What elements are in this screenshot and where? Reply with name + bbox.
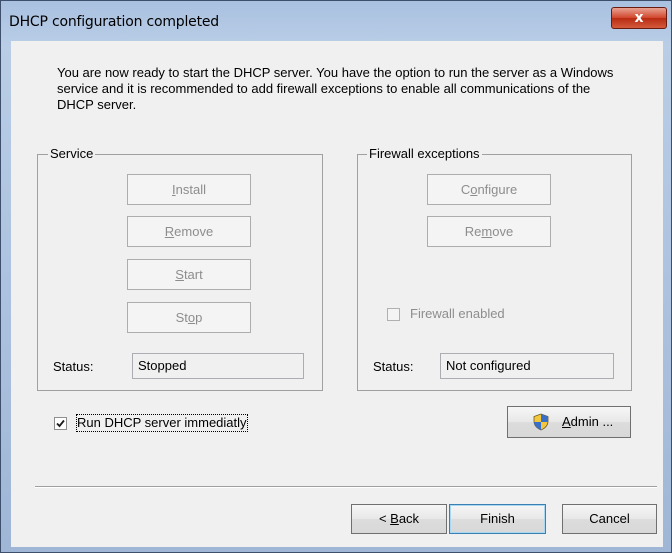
service-status-label: Status: [53, 359, 94, 374]
back-button[interactable]: < Back [351, 504, 447, 534]
close-button[interactable]: x [611, 7, 667, 29]
service-group-label: Service [48, 146, 96, 162]
intro-text: You are now ready to start the DHCP serv… [57, 65, 614, 112]
remove-firewall-button[interactable]: Remove [427, 216, 551, 247]
install-button[interactable]: Install [127, 174, 251, 205]
close-icon: x [634, 10, 644, 26]
firewall-status-label: Status: [373, 359, 414, 374]
title-bar[interactable]: DHCP configuration completed x [1, 1, 672, 41]
service-status-field: Stopped [132, 353, 304, 379]
service-group: Service Install Remove Start Stop Status… [37, 146, 323, 391]
dialog-window: DHCP configuration completed x You are n… [0, 0, 672, 553]
firewall-group-label: Firewall exceptions [367, 146, 482, 162]
checkmark-icon [56, 419, 65, 428]
run-immediately-checkbox[interactable] [54, 417, 67, 430]
footer-separator [35, 486, 657, 488]
dialog-client-area: You are now ready to start the DHCP serv… [11, 41, 663, 547]
uac-shield-icon [533, 413, 549, 431]
remove-service-button[interactable]: Remove [127, 216, 251, 247]
firewall-status-field: Not configured [440, 353, 614, 379]
admin-button-label: Admin ... [562, 414, 614, 429]
window-title: DHCP configuration completed [9, 14, 219, 30]
finish-button[interactable]: Finish [449, 504, 546, 534]
run-immediately-label[interactable]: Run DHCP server immediatly [76, 414, 248, 432]
configure-firewall-button[interactable]: Configure [427, 174, 551, 205]
firewall-group: Firewall exceptions Configure Remove Fir… [357, 146, 632, 391]
stop-button[interactable]: Stop [127, 302, 251, 333]
firewall-enabled-checkbox[interactable] [387, 308, 400, 321]
cancel-button[interactable]: Cancel [562, 504, 657, 534]
firewall-enabled-label: Firewall enabled [410, 306, 505, 321]
start-button[interactable]: Start [127, 259, 251, 290]
admin-button[interactable]: Admin ... [507, 406, 631, 438]
